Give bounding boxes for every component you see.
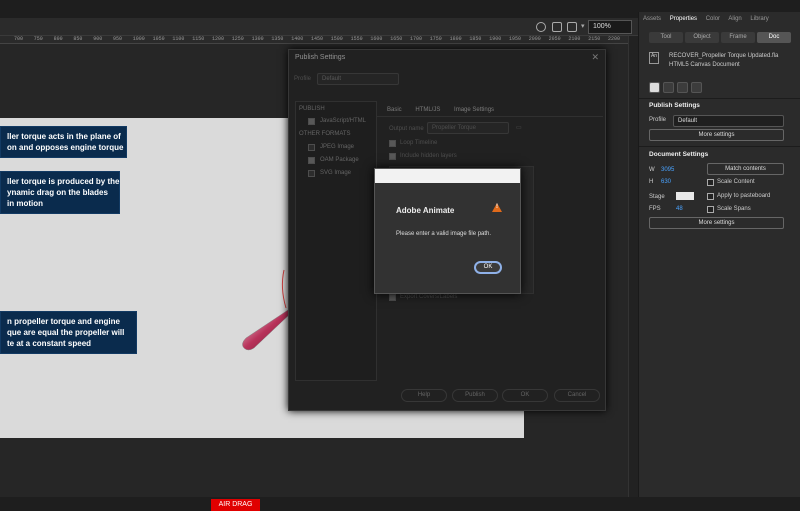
ruler-tick: 750 bbox=[33, 36, 43, 42]
tab-properties[interactable]: Properties bbox=[670, 16, 697, 22]
document-title: RECOVER_Propeller Torque Updated.fla bbox=[669, 53, 779, 59]
document-type: HTML5 Canvas Document bbox=[669, 62, 740, 68]
match-contents-button[interactable]: Match contents bbox=[707, 163, 784, 175]
air-drag-label: AIR DRAG bbox=[211, 499, 260, 511]
warning-icon: ! bbox=[492, 203, 502, 212]
scale-content-label: Scale Content bbox=[717, 179, 755, 185]
fps-label: FPS bbox=[649, 206, 661, 212]
subtab-doc[interactable]: Doc bbox=[757, 32, 791, 43]
ruler-tick: 1950 bbox=[509, 36, 522, 42]
stage-color-swatch[interactable] bbox=[676, 192, 694, 200]
more-settings-button-2[interactable]: More settings bbox=[649, 217, 784, 229]
profile-label: Profile bbox=[649, 117, 667, 123]
document-settings-heading: Document Settings bbox=[649, 151, 709, 158]
clip-content-icon[interactable] bbox=[567, 22, 577, 32]
width-value[interactable]: 3095 bbox=[661, 167, 674, 173]
info-box-torque-plane: ller torque acts in the plane of on and … bbox=[0, 126, 127, 158]
tab-color[interactable]: Color bbox=[706, 16, 720, 22]
alert-dialog: Adobe Animate ! Please enter a valid ima… bbox=[374, 168, 521, 294]
stage-label: Stage bbox=[649, 194, 665, 200]
tab-align[interactable]: Align bbox=[728, 16, 741, 22]
properties-panel: Assets Properties Color Align Library To… bbox=[638, 12, 800, 497]
ruler-tick: 700 bbox=[14, 36, 24, 42]
ruler-tick: 2100 bbox=[568, 36, 581, 42]
ruler-tick: 1050 bbox=[152, 36, 165, 42]
property-subtabs: Tool Object Frame Doc bbox=[649, 32, 791, 43]
panel-tabs: Assets Properties Color Align Library bbox=[643, 16, 776, 22]
scale-spans-checkbox[interactable] bbox=[707, 206, 714, 213]
info-box-aerodynamic-drag: ller torque is produced by the ynamic dr… bbox=[0, 171, 120, 214]
divider bbox=[639, 146, 800, 147]
height-label: H bbox=[649, 179, 654, 185]
ruler-tick: 1800 bbox=[449, 36, 462, 42]
ruler-tick: 1400 bbox=[291, 36, 304, 42]
ruler-tick: 850 bbox=[73, 36, 83, 42]
edit-symbols-icon[interactable] bbox=[552, 22, 562, 32]
apply-pasteboard-label: Apply to pasteboard bbox=[717, 193, 771, 199]
ruler-tick: 1600 bbox=[370, 36, 383, 42]
subtab-tool[interactable]: Tool bbox=[649, 32, 683, 43]
propeller-blade bbox=[242, 269, 291, 351]
more-settings-button[interactable]: More settings bbox=[649, 129, 784, 141]
height-value[interactable]: 630 bbox=[661, 179, 671, 185]
ruler-tick: 2000 bbox=[528, 36, 541, 42]
ruler-tick: 1350 bbox=[271, 36, 284, 42]
horizontal-ruler: 700 750 800 850 900 950 1000 1050 1100 1150 1200 12… bbox=[0, 36, 638, 44]
ruler-tick: 1650 bbox=[390, 36, 403, 42]
ruler-tick: 1900 bbox=[489, 36, 502, 42]
ruler-tick: 1500 bbox=[330, 36, 343, 42]
subtab-object[interactable]: Object bbox=[685, 32, 719, 43]
alert-message: Please enter a valid image file path. bbox=[396, 231, 492, 237]
ruler-tick: 1100 bbox=[172, 36, 185, 42]
scale-content-checkbox[interactable] bbox=[707, 179, 714, 186]
ruler-tick: 1450 bbox=[311, 36, 324, 42]
zoom-select[interactable]: 100% bbox=[588, 20, 632, 34]
document-icon: An bbox=[649, 52, 659, 64]
ruler-tick: 1150 bbox=[192, 36, 205, 42]
width-label: W bbox=[649, 167, 655, 173]
lock-icon[interactable] bbox=[691, 82, 702, 93]
doc-action-buttons bbox=[649, 82, 702, 93]
stage-toolbar: ▾ 100% bbox=[0, 18, 638, 36]
ruler-tick: 800 bbox=[53, 36, 63, 42]
document-info: RECOVER_Propeller Torque Updated.fla HTM… bbox=[669, 52, 778, 70]
frame-icon[interactable] bbox=[677, 82, 688, 93]
ruler-tick: 2050 bbox=[548, 36, 561, 42]
ruler-tick: 1200 bbox=[212, 36, 225, 42]
apply-pasteboard-checkbox[interactable] bbox=[707, 193, 714, 200]
publish-settings-heading: Publish Settings bbox=[649, 102, 700, 109]
divider bbox=[639, 98, 800, 99]
tab-library[interactable]: Library bbox=[750, 16, 768, 22]
tab-assets[interactable]: Assets bbox=[643, 16, 661, 22]
alert-ok-button[interactable]: OK bbox=[474, 261, 502, 274]
ruler-tick: 2200 bbox=[608, 36, 621, 42]
ruler-tick: 1700 bbox=[410, 36, 423, 42]
alert-title: Adobe Animate bbox=[396, 206, 455, 215]
ruler-tick: 1750 bbox=[429, 36, 442, 42]
ruler-tick: 1300 bbox=[251, 36, 264, 42]
scale-spans-label: Scale Spans bbox=[717, 206, 751, 212]
ruler-tick: 1850 bbox=[469, 36, 482, 42]
swap-icon[interactable] bbox=[663, 82, 674, 93]
ruler-tick: 950 bbox=[113, 36, 123, 42]
info-box-constant-speed: n propeller torque and engine que are eq… bbox=[0, 311, 137, 354]
vertical-scrollbar[interactable] bbox=[628, 36, 638, 497]
ruler-tick: 900 bbox=[93, 36, 103, 42]
fps-value[interactable]: 48 bbox=[676, 206, 683, 212]
alert-titlebar bbox=[375, 169, 520, 183]
center-stage-icon[interactable] bbox=[536, 22, 546, 32]
ruler-tick: 1000 bbox=[132, 36, 145, 42]
ruler-tick: 1550 bbox=[350, 36, 363, 42]
subtab-frame[interactable]: Frame bbox=[721, 32, 755, 43]
profile-select[interactable]: Default bbox=[673, 115, 784, 127]
ruler-tick: 2150 bbox=[588, 36, 601, 42]
ruler-tick: 1250 bbox=[231, 36, 244, 42]
magnet-icon[interactable] bbox=[649, 82, 660, 93]
